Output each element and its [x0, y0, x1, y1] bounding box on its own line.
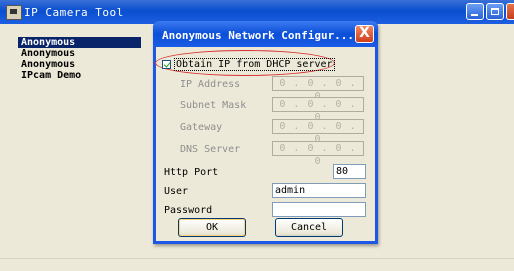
camera-list[interactable]: Anonymous Anonymous Anonymous IPcam Demo	[18, 37, 141, 257]
http-port-label: Http Port	[164, 167, 219, 178]
dns-server-field: 0 . 0 . 0 . 0	[272, 141, 364, 167]
user-input[interactable]: admin	[272, 183, 366, 198]
main-close-button[interactable]	[506, 3, 514, 20]
gateway-field: 0 . 0 . 0 . 0	[272, 119, 364, 145]
app-icon	[6, 5, 22, 20]
cancel-button[interactable]: Cancel	[275, 218, 343, 237]
password-input[interactable]	[272, 202, 366, 217]
password-label: Password	[164, 205, 213, 216]
gateway-label: Gateway	[180, 122, 223, 133]
dialog-close-button[interactable]: X	[355, 25, 374, 43]
dhcp-checkbox[interactable]	[162, 59, 171, 69]
dialog-titlebar[interactable]: Anonymous Network Configur... X	[153, 21, 378, 47]
status-bar	[0, 258, 514, 271]
camera-list-item[interactable]: IPcam Demo	[18, 70, 138, 81]
subnet-mask-field: 0 . 0 . 0 . 0	[272, 97, 364, 123]
network-config-dialog: Anonymous Network Configur... X Obtain I…	[153, 21, 378, 244]
camera-list-item[interactable]: Anonymous	[18, 48, 138, 59]
dhcp-checkbox-row[interactable]: Obtain IP from DHCP server	[162, 57, 335, 71]
ok-button[interactable]: OK	[178, 218, 246, 237]
subnet-mask-label: Subnet Mask	[180, 100, 247, 111]
user-label: User	[164, 186, 189, 197]
main-window-title: IP Camera Tool	[24, 6, 124, 19]
http-port-input[interactable]: 80	[333, 164, 366, 179]
maximize-button[interactable]	[486, 3, 504, 20]
dialog-body: Obtain IP from DHCP server IP Address 0 …	[155, 47, 375, 241]
camera-list-item[interactable]: Anonymous	[18, 59, 138, 70]
dns-server-label: DNS Server	[180, 144, 241, 155]
dialog-title: Anonymous Network Configur...	[162, 29, 355, 42]
minimize-button[interactable]	[466, 3, 484, 20]
camera-list-item[interactable]: Anonymous	[18, 37, 141, 48]
ip-address-field: 0 . 0 . 0 . 0	[272, 76, 364, 102]
close-icon: X	[359, 25, 370, 41]
ip-address-label: IP Address	[180, 79, 241, 90]
dhcp-checkbox-label[interactable]: Obtain IP from DHCP server	[174, 57, 335, 71]
